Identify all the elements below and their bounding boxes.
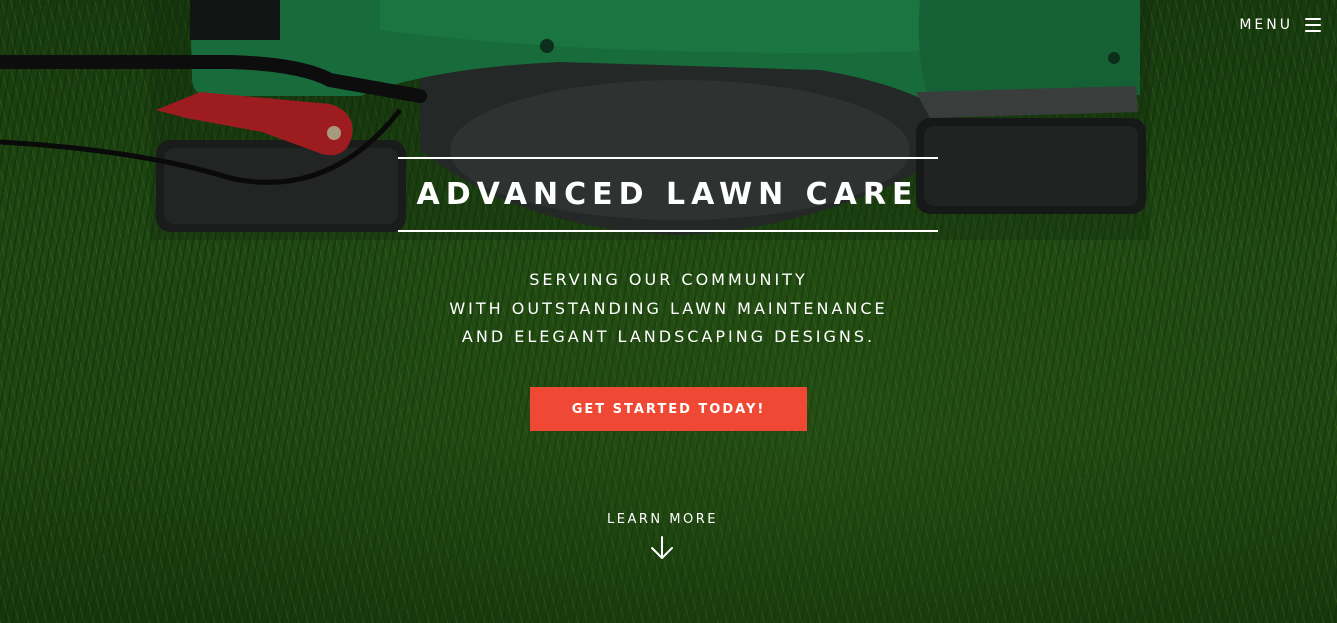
hero-content: ADVANCED LAWN CARE SERVING OUR COMMUNITY… xyxy=(0,157,1337,431)
page-title: ADVANCED LAWN CARE xyxy=(416,177,919,212)
hero-subtitle: SERVING OUR COMMUNITY WITH OUTSTANDING L… xyxy=(0,266,1337,352)
title-frame: ADVANCED LAWN CARE xyxy=(397,157,938,232)
get-started-button[interactable]: GET STARTED TODAY! xyxy=(530,386,807,431)
menu-button[interactable]: MENU xyxy=(1239,17,1321,33)
subtitle-line: AND ELEGANT LANDSCAPING DESIGNS. xyxy=(461,327,876,346)
subtitle-line: SERVING OUR COMMUNITY xyxy=(529,270,808,289)
hamburger-icon xyxy=(1305,18,1321,32)
menu-label: MENU xyxy=(1239,17,1293,33)
learn-more-link[interactable]: LEARN MORE xyxy=(0,512,1337,565)
learn-more-label: LEARN MORE xyxy=(607,512,718,527)
subtitle-line: WITH OUTSTANDING LAWN MAINTENANCE xyxy=(449,298,888,318)
hero-section: MENU ADVANCED LAWN CARE SERVING OUR COMM… xyxy=(0,0,1337,623)
arrow-down-icon xyxy=(650,535,674,565)
